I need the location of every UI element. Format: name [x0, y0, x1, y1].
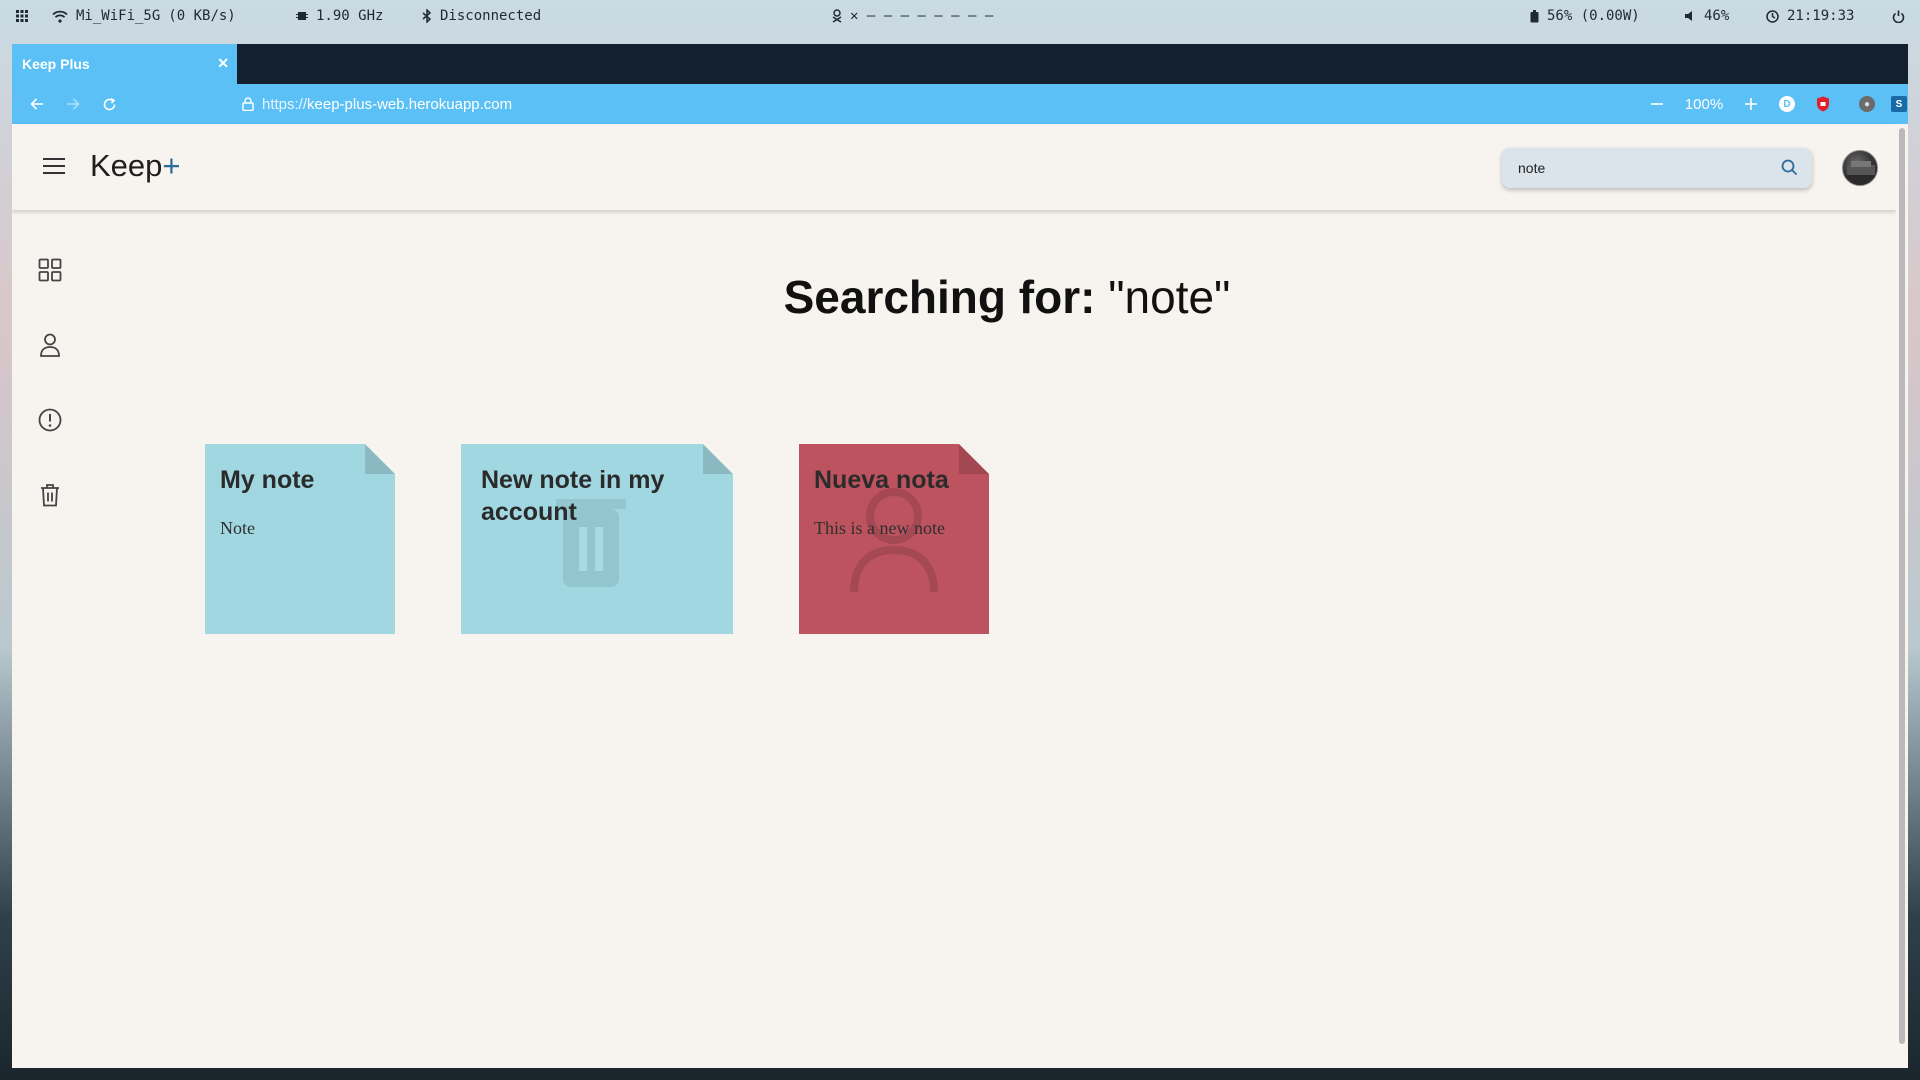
tab-title: Keep Plus: [22, 56, 90, 72]
url-scheme: https://: [262, 95, 308, 113]
trash-icon: [41, 484, 59, 507]
url-host: keep-plus-web.herokuapp.com: [307, 95, 513, 113]
lock-icon: [242, 97, 254, 111]
cpu-status: 1.90 GHz: [296, 0, 383, 32]
bluetooth-icon: [422, 9, 432, 23]
note-card[interactable]: My note Note: [205, 444, 395, 634]
workspace-indicators[interactable]: ✕ – – – – – – – –: [850, 8, 993, 24]
wifi-status[interactable]: Mi_WiFi_5G (0 KB/s): [52, 0, 236, 32]
cpu-icon: [296, 12, 308, 20]
zoom-level[interactable]: 100%: [1674, 84, 1734, 124]
reload-icon[interactable]: [96, 84, 122, 124]
logo-text: Keep: [90, 148, 163, 183]
search-heading-query: "note": [1108, 271, 1231, 323]
note-title: Nueva nota: [814, 466, 949, 494]
bluetooth-status[interactable]: Disconnected: [422, 0, 541, 32]
search-box: [1502, 148, 1812, 188]
zoom-in-icon[interactable]: [1736, 84, 1766, 124]
workspace-switcher[interactable]: ✕ – – – – – – – –: [832, 0, 993, 32]
scrollbar-thumb[interactable]: [1899, 128, 1905, 1044]
zoom-out-icon[interactable]: [1642, 84, 1672, 124]
tab-keep-plus[interactable]: Keep Plus ✕: [12, 44, 237, 84]
back-arrow-icon[interactable]: [24, 84, 50, 124]
extension-circle-icon[interactable]: ●: [1854, 84, 1880, 124]
extension-d-icon[interactable]: D: [1774, 84, 1800, 124]
nav-trash-button[interactable]: [34, 479, 66, 511]
nav-about-button[interactable]: [34, 404, 66, 436]
note-title: My note: [220, 466, 315, 494]
app-header: Keep+: [12, 124, 1896, 210]
note-card[interactable]: New note in my account: [461, 444, 733, 634]
clock: 21:19:33: [1766, 0, 1854, 32]
battery-label: 56% (0.00W): [1547, 8, 1640, 24]
cpu-frequency: 1.90 GHz: [316, 8, 384, 24]
tab-strip: Keep Plus ✕: [12, 44, 1908, 84]
alert-circle-icon: [38, 408, 62, 432]
net-speed: (0 KB/s): [168, 8, 236, 24]
nav-profile-button[interactable]: [34, 329, 66, 361]
forward-arrow-icon[interactable]: [60, 84, 86, 124]
note-body: This is a new note: [814, 518, 945, 538]
page-scrollbar[interactable]: [1896, 124, 1908, 1068]
search-icon[interactable]: [1781, 159, 1798, 181]
volume-status[interactable]: 46%: [1684, 0, 1729, 32]
browser-window: Keep Plus ✕ https://keep-plus-web.heroku…: [12, 44, 1908, 1068]
apps-grid-icon[interactable]: [16, 0, 28, 32]
search-input[interactable]: [1518, 160, 1758, 176]
wifi-icon: [52, 10, 68, 23]
note-body: Note: [220, 518, 255, 538]
page-title: Searching for: "note": [12, 270, 1908, 324]
tab-close-icon[interactable]: ✕: [217, 55, 229, 72]
clock-icon: [1766, 9, 1779, 23]
note-title: New note in my account: [481, 466, 665, 526]
volume-label: 46%: [1704, 8, 1730, 24]
note-card[interactable]: Nueva nota This is a new note: [799, 444, 989, 634]
user-icon: [40, 333, 60, 357]
keep-plus-app: Keep+ note Searching for: "note" My note…: [12, 124, 1896, 1068]
battery-icon: [1530, 9, 1539, 22]
extension-shield-icon[interactable]: [1810, 84, 1836, 124]
clock-time: 21:19:33: [1787, 8, 1855, 24]
battery-status: 56% (0.00W): [1530, 0, 1640, 32]
wifi-label: Mi_WiFi_5G: [76, 8, 161, 24]
volume-icon: [1685, 11, 1692, 21]
power-icon[interactable]: [1892, 0, 1905, 32]
browser-toolbar: https://keep-plus-web.herokuapp.com 100%…: [12, 84, 1908, 124]
user-watermark-icon: [844, 484, 944, 594]
system-top-bar: Mi_WiFi_5G (0 KB/s) 1.90 GHz Disconnecte…: [0, 0, 1920, 32]
workspace-icon: [832, 9, 842, 23]
url-text[interactable]: https://keep-plus-web.herokuapp.com: [262, 96, 512, 113]
menu-icon[interactable]: [42, 154, 68, 180]
address-bar[interactable]: https://keep-plus-web.herokuapp.com: [242, 84, 642, 124]
search-heading-lead: Searching for:: [783, 271, 1096, 323]
logo-plus: +: [162, 148, 181, 183]
extension-s-icon[interactable]: S: [1888, 84, 1908, 124]
bluetooth-label: Disconnected: [440, 8, 542, 24]
avatar[interactable]: [1842, 150, 1878, 186]
app-logo[interactable]: Keep+: [90, 148, 181, 184]
